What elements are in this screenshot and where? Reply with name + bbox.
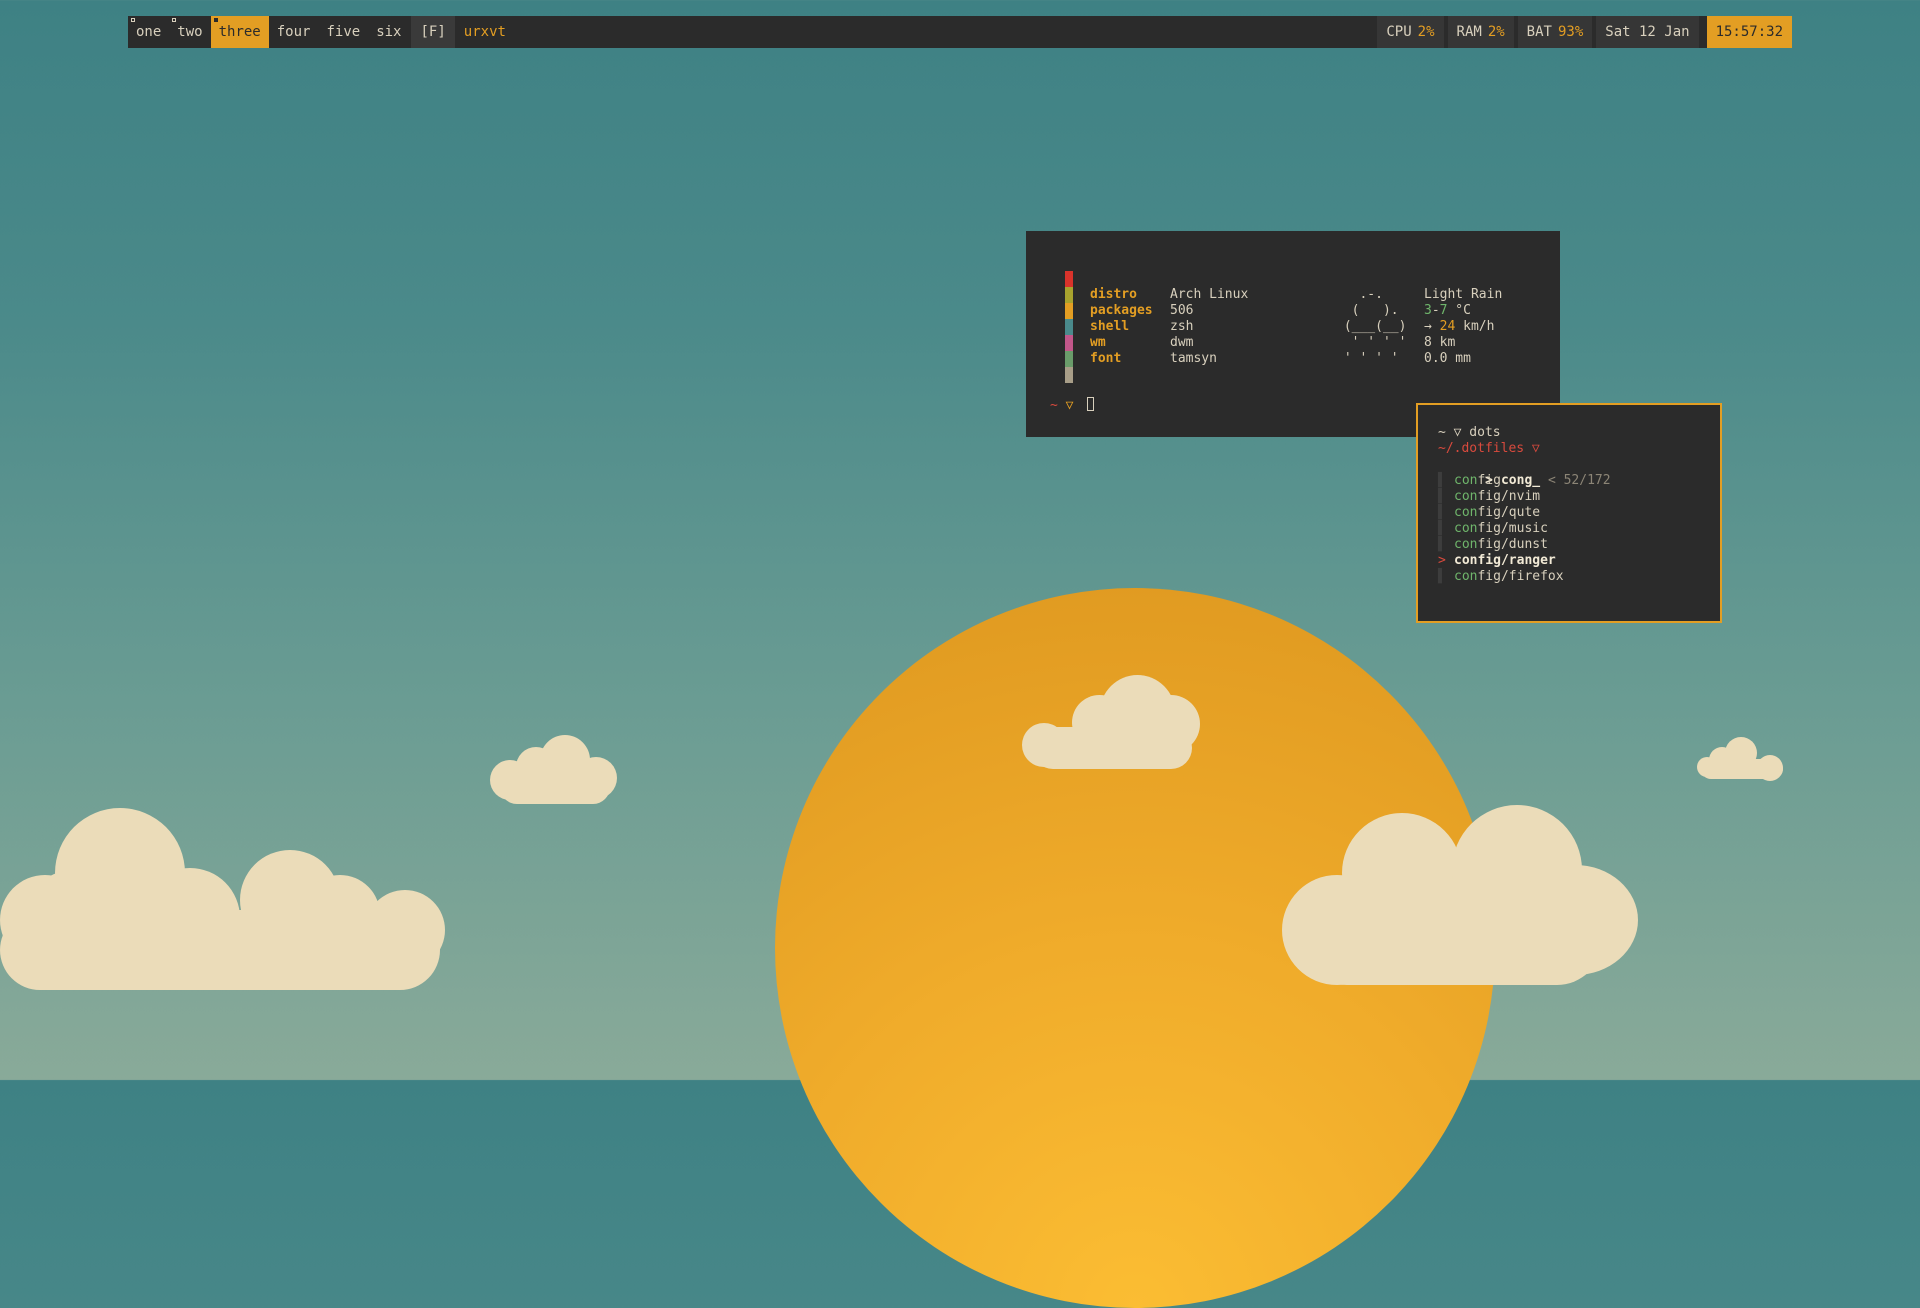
date-status: Sat 12 Jan <box>1596 16 1699 48</box>
system-info: distro Arch Linux packages 506 shell zsh wm… <box>1090 287 1248 367</box>
info-row: shell zsh <box>1090 319 1194 334</box>
palette-swatch <box>1065 367 1073 383</box>
shell-prompt[interactable]: ~ ▽ <box>1050 397 1095 414</box>
cloud-illustration <box>1282 805 1638 985</box>
occupied-indicator <box>172 18 177 22</box>
info-row: packages 506 <box>1090 303 1194 318</box>
weather-temperature: 3-7 °C <box>1424 303 1471 318</box>
color-palette <box>1065 271 1073 383</box>
workspace-one[interactable]: one <box>128 16 169 48</box>
weather-info: Light Rain 3-7 °C → 24 km/h 8 km 0.0 mm <box>1424 287 1502 367</box>
cloud-illustration <box>1697 737 1789 782</box>
cloud-illustration <box>0 800 450 990</box>
fzf-terminal-window[interactable]: ~ ▽ dots ~/.dotfiles ▽ > cong_ < 52/172 ▌… <box>1416 403 1722 623</box>
workspace-two[interactable]: two <box>169 16 210 48</box>
list-item-selected[interactable]: > config/ranger <box>1438 553 1611 569</box>
weather-ascii-art: .-. ( ). (___(__) ' ' ' ' ' ' ' ' <box>1343 287 1407 366</box>
fzf-query-input[interactable]: cong_ <box>1501 473 1540 488</box>
cursor <box>1087 397 1095 411</box>
occupied-indicator <box>131 18 135 22</box>
prompt-line: ~ ▽ dots <box>1438 425 1501 440</box>
window-title: urxvt <box>463 24 506 40</box>
cloud-illustration <box>1022 675 1202 775</box>
list-item[interactable]: ▌ config/firefox <box>1438 569 1611 585</box>
list-item[interactable]: ▌ config/music <box>1438 521 1611 537</box>
palette-swatch <box>1065 319 1073 335</box>
match-count: < 52/172 <box>1547 473 1611 488</box>
occupied-indicator <box>213 18 218 22</box>
prompt-tilde: ~ <box>1050 398 1058 413</box>
status-bar: one two three four five six [F] urxvt CP… <box>128 16 1792 48</box>
weather-visibility: 8 km <box>1424 335 1456 350</box>
info-row: font tamsyn <box>1090 351 1217 366</box>
cloud-illustration <box>490 735 620 810</box>
directory-line: ~/.dotfiles ▽ <box>1438 441 1540 456</box>
list-item[interactable]: ▌ config/dunst <box>1438 537 1611 553</box>
battery-status: BAT 93% <box>1517 16 1593 48</box>
palette-swatch <box>1065 303 1073 319</box>
palette-swatch <box>1065 335 1073 351</box>
info-row: wm dwm <box>1090 335 1194 350</box>
palette-swatch <box>1065 351 1073 367</box>
workspace-five[interactable]: five <box>318 16 368 48</box>
workspace-six[interactable]: six <box>368 16 409 48</box>
palette-swatch <box>1065 271 1073 287</box>
workspace-four[interactable]: four <box>269 16 319 48</box>
weather-wind: → 24 km/h <box>1424 319 1495 334</box>
fzf-query-line[interactable]: > cong_ < 52/172 <box>1438 457 1611 488</box>
clock: 15:57:32 <box>1706 16 1792 48</box>
weather-precipitation: 0.0 mm <box>1424 351 1471 366</box>
workspace-three[interactable]: three <box>210 16 269 48</box>
prompt-triangle-icon: ▽ <box>1065 398 1074 413</box>
info-row: distro Arch Linux <box>1090 287 1249 302</box>
weather-condition: Light Rain <box>1424 287 1503 302</box>
list-item[interactable]: ▌ config/qute <box>1438 505 1611 521</box>
ram-status: RAM 2% <box>1447 16 1514 48</box>
layout-indicator[interactable]: [F] <box>411 16 455 48</box>
list-item[interactable]: ▌ config/nvim <box>1438 489 1611 505</box>
palette-swatch <box>1065 287 1073 303</box>
selection-pointer-icon: > <box>1438 553 1446 568</box>
cpu-status: CPU 2% <box>1377 16 1444 48</box>
